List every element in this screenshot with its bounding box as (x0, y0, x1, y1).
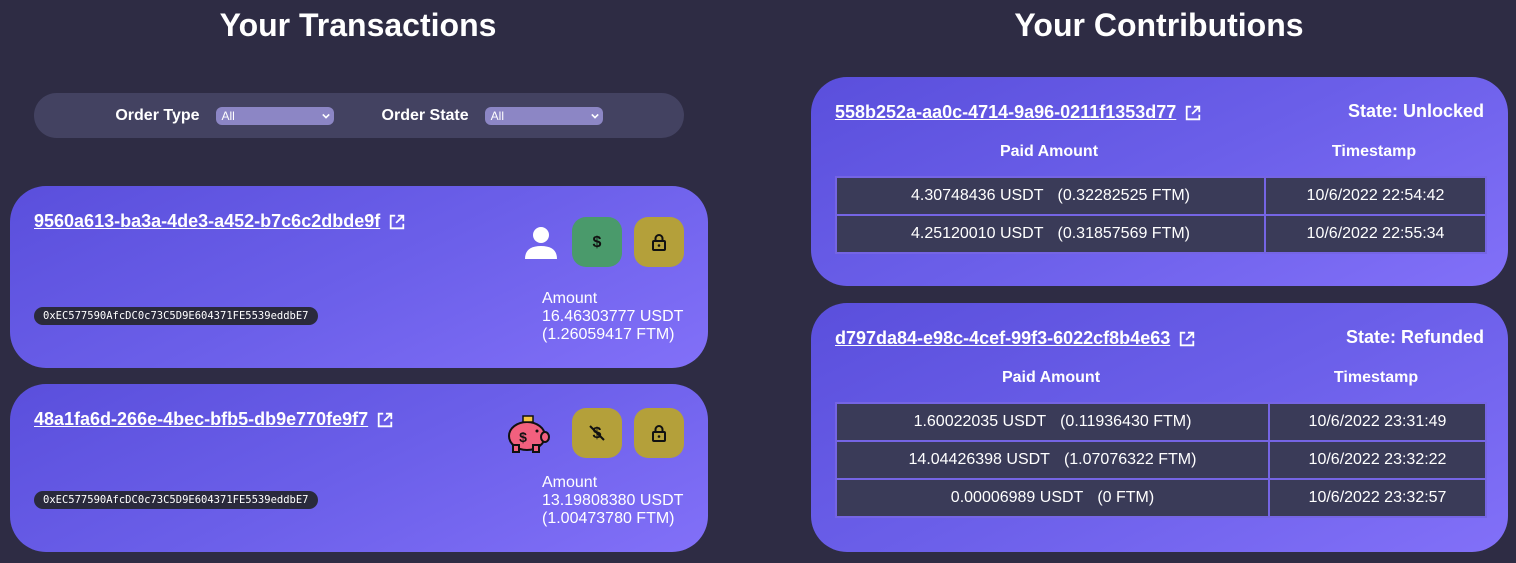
piggy-bank-icon: $ (502, 408, 552, 458)
external-link-icon (377, 412, 393, 427)
chevron-down-icon (590, 113, 599, 119)
paid-amount-header: Paid Amount (999, 143, 1099, 160)
table-row: 1.60022035 USDT (0.11936430 FTM) 10/6/202… (835, 402, 1487, 442)
wallet-address: 0xEC577590AfcDC0c73C5D9E604371FE5539eddb… (34, 491, 318, 509)
amount-label: Amount (542, 290, 598, 307)
order-state-select[interactable]: All (484, 106, 603, 125)
table-row: 4.25120010 USDT (0.31857569 FTM) 10/6/202… (835, 214, 1487, 254)
order-type-filter: Order Type All (115, 106, 334, 125)
lock-status-button[interactable] (634, 217, 684, 267)
table-row: 4.30748436 USDT (0.32282525 FTM) 10/6/202… (835, 176, 1487, 216)
order-state-filter: Order State All (381, 106, 603, 125)
amount-block: Amount 16.46303777 USDT (1.26059417 FTM) (542, 290, 683, 344)
transaction-id-link[interactable]: 9560a613-ba3a-4de3-a452-b7c6c2dbde9f (34, 211, 406, 232)
lock-status-button[interactable] (634, 408, 684, 458)
paid-amount-cell: 4.30748436 USDT (0.32282525 FTM) (835, 176, 1266, 216)
transaction-card: 48a1fa6d-266e-4bec-bfb5-db9e770fe9f7 $ $… (10, 384, 708, 552)
chevron-down-icon (321, 113, 330, 119)
wallet-address: 0xEC577590AfcDC0c73C5D9E604371FE5539eddb… (34, 307, 318, 325)
paid-amount-cell: 4.25120010 USDT (0.31857569 FTM) (835, 214, 1266, 254)
order-state-value: All (490, 108, 504, 123)
contribution-state: State: Unlocked (1347, 101, 1484, 121)
order-type-value: All (221, 108, 235, 123)
contribution-id-link[interactable]: 558b252a-aa0c-4714-9a96-0211f1353d77 (835, 102, 1202, 123)
lock-icon (652, 425, 666, 442)
timestamp-cell: 10/6/2022 22:54:42 (1264, 176, 1487, 216)
contribution-state: State: Refunded (1345, 327, 1484, 347)
contribution-card: 558b252a-aa0c-4714-9a96-0211f1353d77 Sta… (811, 77, 1508, 286)
svg-text:$: $ (519, 429, 527, 445)
contribution-table: 4.30748436 USDT (0.32282525 FTM) 10/6/202… (835, 176, 1487, 254)
external-link-icon (390, 214, 405, 229)
transaction-id-link[interactable]: 48a1fa6d-266e-4bec-bfb5-db9e770fe9f7 (34, 409, 394, 430)
amount-ftm: (1.00473780 FTM) (542, 510, 675, 527)
order-state-label: Order State (381, 106, 469, 124)
timestamp-cell: 10/6/2022 23:31:49 (1268, 402, 1487, 442)
amount-ftm: (1.26059417 FTM) (542, 326, 675, 343)
lock-icon (652, 234, 666, 251)
svg-text:$: $ (593, 234, 602, 251)
amount-label: Amount (542, 474, 598, 491)
transaction-card: 9560a613-ba3a-4de3-a452-b7c6c2dbde9f $ 0… (10, 186, 708, 368)
order-type-select[interactable]: All (215, 106, 334, 125)
contribution-card: d797da84-e98c-4cef-99f3-6022cf8b4e63 Sta… (811, 303, 1508, 552)
dollar-off-icon: $ (589, 425, 605, 442)
transaction-id: 48a1fa6d-266e-4bec-bfb5-db9e770fe9f7 (34, 409, 369, 429)
filter-bar: Order Type All Order State All (34, 93, 684, 138)
external-link-icon (1186, 105, 1201, 120)
paid-amount-cell: 14.04426398 USDT (1.07076322 FTM) (835, 440, 1270, 480)
amount-block: Amount 13.19808380 USDT (1.00473780 FTM) (542, 474, 683, 528)
table-row: 14.04426398 USDT (1.07076322 FTM) 10/6/20… (835, 440, 1487, 480)
contributions-title: Your Contributions (1014, 7, 1304, 43)
contribution-table: 1.60022035 USDT (0.11936430 FTM) 10/6/202… (835, 402, 1487, 518)
transactions-title: Your Transactions (219, 7, 497, 43)
timestamp-cell: 10/6/2022 23:32:22 (1268, 440, 1487, 480)
external-link-icon (1180, 331, 1195, 346)
timestamp-cell: 10/6/2022 23:32:57 (1268, 478, 1487, 518)
contribution-id: d797da84-e98c-4cef-99f3-6022cf8b4e63 (835, 328, 1171, 348)
dollar-icon: $ (593, 234, 602, 251)
contribution-id-link[interactable]: d797da84-e98c-4cef-99f3-6022cf8b4e63 (835, 328, 1196, 349)
amount-usdt: 16.46303777 USDT (542, 308, 684, 325)
transaction-id: 9560a613-ba3a-4de3-a452-b7c6c2dbde9f (34, 211, 381, 231)
table-row: 0.00006989 USDT (0 FTM) 10/6/2022 23:32:5… (835, 478, 1487, 518)
contribution-id: 558b252a-aa0c-4714-9a96-0211f1353d77 (835, 102, 1177, 122)
paid-amount-cell: 1.60022035 USDT (0.11936430 FTM) (835, 402, 1270, 442)
payment-status-button[interactable]: $ (572, 408, 622, 458)
payment-status-button[interactable]: $ (572, 217, 622, 267)
timestamp-header: Timestamp (1333, 369, 1419, 386)
paid-amount-header: Paid Amount (1001, 369, 1101, 386)
amount-usdt: 13.19808380 USDT (542, 492, 684, 509)
user-icon (516, 217, 566, 267)
timestamp-header: Timestamp (1331, 143, 1417, 160)
paid-amount-cell: 0.00006989 USDT (0 FTM) (835, 478, 1270, 518)
timestamp-cell: 10/6/2022 22:55:34 (1264, 214, 1487, 254)
order-type-label: Order Type (115, 106, 200, 124)
